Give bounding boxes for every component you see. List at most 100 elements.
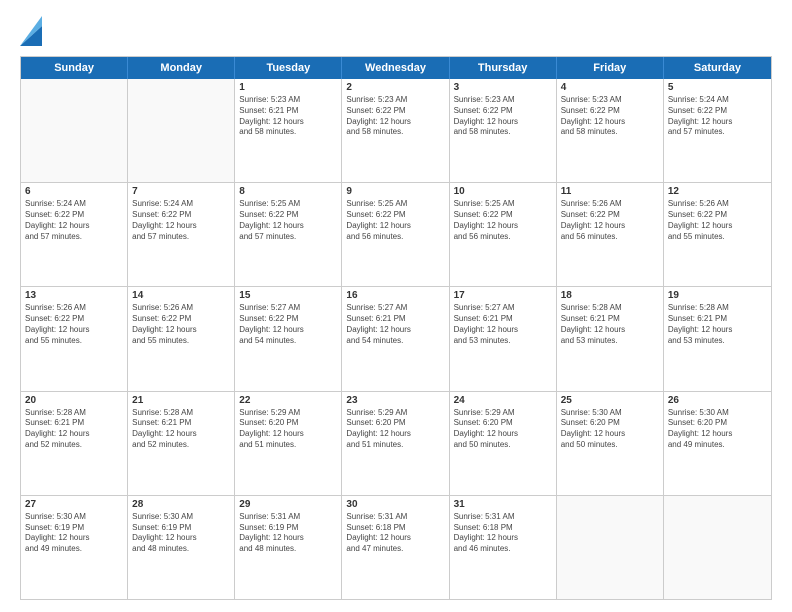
day-number: 3 xyxy=(454,82,552,93)
day-number: 19 xyxy=(668,290,767,301)
calendar-cell: 24 Sunrise: 5:29 AMSunset: 6:20 PMDayligh… xyxy=(450,392,557,495)
day-number: 26 xyxy=(668,395,767,406)
weekday-header: Friday xyxy=(557,57,664,79)
cell-info: Sunrise: 5:30 AMSunset: 6:20 PMDaylight:… xyxy=(561,408,659,451)
day-number: 27 xyxy=(25,499,123,510)
weekday-header: Thursday xyxy=(450,57,557,79)
cell-info: Sunrise: 5:24 AMSunset: 6:22 PMDaylight:… xyxy=(132,199,230,242)
logo xyxy=(20,16,46,46)
day-number: 8 xyxy=(239,186,337,197)
day-number: 2 xyxy=(346,82,444,93)
calendar-cell: 23 Sunrise: 5:29 AMSunset: 6:20 PMDayligh… xyxy=(342,392,449,495)
cell-info: Sunrise: 5:27 AMSunset: 6:21 PMDaylight:… xyxy=(454,303,552,346)
calendar-cell: 14 Sunrise: 5:26 AMSunset: 6:22 PMDayligh… xyxy=(128,287,235,390)
day-number: 24 xyxy=(454,395,552,406)
calendar: SundayMondayTuesdayWednesdayThursdayFrid… xyxy=(20,56,772,600)
day-number: 1 xyxy=(239,82,337,93)
calendar-row: 20 Sunrise: 5:28 AMSunset: 6:21 PMDayligh… xyxy=(21,391,771,495)
calendar-cell: 28 Sunrise: 5:30 AMSunset: 6:19 PMDayligh… xyxy=(128,496,235,599)
calendar-cell: 11 Sunrise: 5:26 AMSunset: 6:22 PMDayligh… xyxy=(557,183,664,286)
calendar-row: 13 Sunrise: 5:26 AMSunset: 6:22 PMDayligh… xyxy=(21,286,771,390)
calendar-cell: 26 Sunrise: 5:30 AMSunset: 6:20 PMDayligh… xyxy=(664,392,771,495)
calendar-cell: 31Sunrise: 5:31 AMSunset: 6:18 PMDayligh… xyxy=(450,496,557,599)
calendar-cell: 2 Sunrise: 5:23 AMSunset: 6:22 PMDaylight… xyxy=(342,79,449,182)
calendar-cell: 15 Sunrise: 5:27 AMSunset: 6:22 PMDayligh… xyxy=(235,287,342,390)
cell-info: Sunrise: 5:25 AMSunset: 6:22 PMDaylight:… xyxy=(346,199,444,242)
day-number: 20 xyxy=(25,395,123,406)
calendar-row: 27 Sunrise: 5:30 AMSunset: 6:19 PMDayligh… xyxy=(21,495,771,599)
day-number: 18 xyxy=(561,290,659,301)
weekday-header: Monday xyxy=(128,57,235,79)
cell-info: Sunrise: 5:29 AMSunset: 6:20 PMDaylight:… xyxy=(346,408,444,451)
calendar-cell: 20 Sunrise: 5:28 AMSunset: 6:21 PMDayligh… xyxy=(21,392,128,495)
day-number: 30 xyxy=(346,499,444,510)
calendar-cell: 10 Sunrise: 5:25 AMSunset: 6:22 PMDayligh… xyxy=(450,183,557,286)
cell-info: Sunrise: 5:26 AMSunset: 6:22 PMDaylight:… xyxy=(668,199,767,242)
calendar-cell: 17Sunrise: 5:27 AMSunset: 6:21 PMDayligh… xyxy=(450,287,557,390)
cell-info: Sunrise: 5:28 AMSunset: 6:21 PMDaylight:… xyxy=(561,303,659,346)
cell-info: Sunrise: 5:30 AMSunset: 6:19 PMDaylight:… xyxy=(25,512,123,555)
day-number: 31 xyxy=(454,499,552,510)
calendar-header: SundayMondayTuesdayWednesdayThursdayFrid… xyxy=(21,57,771,79)
cell-info: Sunrise: 5:30 AMSunset: 6:19 PMDaylight:… xyxy=(132,512,230,555)
calendar-cell: 3 Sunrise: 5:23 AMSunset: 6:22 PMDaylight… xyxy=(450,79,557,182)
cell-info: Sunrise: 5:25 AMSunset: 6:22 PMDaylight:… xyxy=(239,199,337,242)
calendar-cell: 29 Sunrise: 5:31 AMSunset: 6:19 PMDayligh… xyxy=(235,496,342,599)
cell-info: Sunrise: 5:28 AMSunset: 6:21 PMDaylight:… xyxy=(132,408,230,451)
day-number: 23 xyxy=(346,395,444,406)
calendar-cell: 4 Sunrise: 5:23 AMSunset: 6:22 PMDaylight… xyxy=(557,79,664,182)
cell-info: Sunrise: 5:26 AMSunset: 6:22 PMDaylight:… xyxy=(25,303,123,346)
calendar-cell: 27 Sunrise: 5:30 AMSunset: 6:19 PMDayligh… xyxy=(21,496,128,599)
cell-info: Sunrise: 5:23 AMSunset: 6:22 PMDaylight:… xyxy=(561,95,659,138)
calendar-cell xyxy=(21,79,128,182)
calendar-cell: 5 Sunrise: 5:24 AMSunset: 6:22 PMDaylight… xyxy=(664,79,771,182)
day-number: 21 xyxy=(132,395,230,406)
calendar-row: 6 Sunrise: 5:24 AMSunset: 6:22 PMDaylight… xyxy=(21,182,771,286)
cell-info: Sunrise: 5:23 AMSunset: 6:22 PMDaylight:… xyxy=(346,95,444,138)
day-number: 16 xyxy=(346,290,444,301)
calendar-cell: 22Sunrise: 5:29 AMSunset: 6:20 PMDayligh… xyxy=(235,392,342,495)
calendar-cell xyxy=(664,496,771,599)
cell-info: Sunrise: 5:30 AMSunset: 6:20 PMDaylight:… xyxy=(668,408,767,451)
calendar-cell: 25 Sunrise: 5:30 AMSunset: 6:20 PMDayligh… xyxy=(557,392,664,495)
calendar-cell: 9Sunrise: 5:25 AMSunset: 6:22 PMDaylight… xyxy=(342,183,449,286)
calendar-cell: 7 Sunrise: 5:24 AMSunset: 6:22 PMDaylight… xyxy=(128,183,235,286)
calendar-cell xyxy=(128,79,235,182)
logo-icon xyxy=(20,16,42,46)
cell-info: Sunrise: 5:27 AMSunset: 6:22 PMDaylight:… xyxy=(239,303,337,346)
calendar-cell: 19Sunrise: 5:28 AMSunset: 6:21 PMDayligh… xyxy=(664,287,771,390)
day-number: 28 xyxy=(132,499,230,510)
cell-info: Sunrise: 5:29 AMSunset: 6:20 PMDaylight:… xyxy=(454,408,552,451)
cell-info: Sunrise: 5:31 AMSunset: 6:18 PMDaylight:… xyxy=(346,512,444,555)
weekday-header: Sunday xyxy=(21,57,128,79)
calendar-cell: 13 Sunrise: 5:26 AMSunset: 6:22 PMDayligh… xyxy=(21,287,128,390)
cell-info: Sunrise: 5:31 AMSunset: 6:19 PMDaylight:… xyxy=(239,512,337,555)
day-number: 25 xyxy=(561,395,659,406)
calendar-cell: 16 Sunrise: 5:27 AMSunset: 6:21 PMDayligh… xyxy=(342,287,449,390)
cell-info: Sunrise: 5:26 AMSunset: 6:22 PMDaylight:… xyxy=(132,303,230,346)
day-number: 6 xyxy=(25,186,123,197)
calendar-cell: 1 Sunrise: 5:23 AMSunset: 6:21 PMDaylight… xyxy=(235,79,342,182)
cell-info: Sunrise: 5:26 AMSunset: 6:22 PMDaylight:… xyxy=(561,199,659,242)
day-number: 12 xyxy=(668,186,767,197)
cell-info: Sunrise: 5:28 AMSunset: 6:21 PMDaylight:… xyxy=(25,408,123,451)
day-number: 13 xyxy=(25,290,123,301)
cell-info: Sunrise: 5:25 AMSunset: 6:22 PMDaylight:… xyxy=(454,199,552,242)
calendar-cell xyxy=(557,496,664,599)
weekday-header: Tuesday xyxy=(235,57,342,79)
cell-info: Sunrise: 5:24 AMSunset: 6:22 PMDaylight:… xyxy=(668,95,767,138)
day-number: 29 xyxy=(239,499,337,510)
cell-info: Sunrise: 5:23 AMSunset: 6:22 PMDaylight:… xyxy=(454,95,552,138)
day-number: 11 xyxy=(561,186,659,197)
calendar-cell: 6Sunrise: 5:24 AMSunset: 6:22 PMDaylight… xyxy=(21,183,128,286)
day-number: 14 xyxy=(132,290,230,301)
cell-info: Sunrise: 5:23 AMSunset: 6:21 PMDaylight:… xyxy=(239,95,337,138)
day-number: 15 xyxy=(239,290,337,301)
cell-info: Sunrise: 5:27 AMSunset: 6:21 PMDaylight:… xyxy=(346,303,444,346)
day-number: 4 xyxy=(561,82,659,93)
weekday-header: Wednesday xyxy=(342,57,449,79)
header xyxy=(20,16,772,46)
day-number: 10 xyxy=(454,186,552,197)
day-number: 5 xyxy=(668,82,767,93)
day-number: 7 xyxy=(132,186,230,197)
